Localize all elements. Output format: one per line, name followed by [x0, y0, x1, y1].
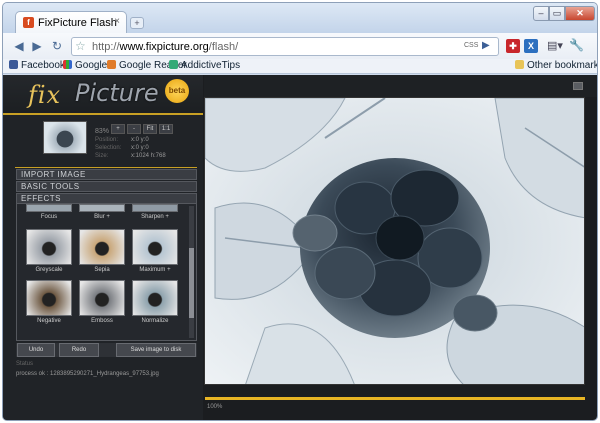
close-window-button[interactable]: ✕: [565, 6, 595, 21]
redo-button[interactable]: Redo: [59, 343, 99, 357]
effect-label: Sharpen +: [141, 214, 169, 220]
zoom-actual-button[interactable]: 1:1: [159, 124, 173, 134]
effect-emboss[interactable]: Emboss: [78, 280, 126, 324]
hydrangea-image: [205, 98, 584, 384]
canvas-header: [204, 75, 597, 97]
effect-label: Emboss: [91, 318, 113, 324]
effect-thumbnail: [132, 280, 178, 316]
status-text: process ok : 1283895290271_Hydrangeas_97…: [16, 371, 159, 377]
tab-fixpicture[interactable]: f FixPicture Flash ×: [15, 11, 127, 33]
fixpicture-app: fix Picture beta 83% + - Fit 1:1 Positio…: [3, 75, 597, 420]
forward-arrow-icon[interactable]: ▶: [29, 38, 45, 54]
effect-maximum[interactable]: Maximum +: [131, 229, 179, 273]
effect-thumbnail: [79, 204, 125, 212]
back-arrow-icon[interactable]: ◀: [11, 38, 27, 54]
effect-normalize[interactable]: Normalize: [131, 280, 179, 324]
undo-button[interactable]: Undo: [17, 343, 55, 357]
browser-toolbar: ◀ ▶ ↻ ☆ http://www.fixpicture.org/flash/…: [3, 33, 597, 59]
position-label: Position:: [95, 137, 119, 143]
bookmark-addictivetips[interactable]: AddictiveTips: [169, 60, 240, 71]
position-value: x:0 y:0: [131, 137, 149, 143]
progress-bar: [205, 397, 585, 400]
effect-blur[interactable]: Blur +: [78, 204, 126, 220]
effect-thumbnail: [132, 204, 178, 212]
effect-label: Focus: [40, 214, 58, 220]
other-bookmarks[interactable]: Other bookmarks: [515, 60, 597, 71]
effect-focus[interactable]: Focus: [25, 204, 73, 220]
reload-icon[interactable]: ↻: [49, 38, 65, 54]
effect-sharpen[interactable]: Sharpen +: [131, 204, 179, 220]
page-menu-icon[interactable]: ▤▾: [547, 39, 563, 52]
effect-label: Negative: [37, 318, 61, 324]
effect-label: Greyscale: [35, 267, 63, 273]
effect-thumbnail: [79, 280, 125, 316]
effect-thumbnail: [26, 204, 72, 212]
google-reader-icon: [107, 60, 116, 69]
image-info: 83% + - Fit 1:1 Position: x:0 y:0 Select…: [15, 121, 195, 161]
zoom-fit-button[interactable]: Fit: [143, 124, 157, 134]
effect-thumbnail: [26, 280, 72, 316]
effect-thumbnail: [26, 229, 72, 265]
image-thumbnail[interactable]: [43, 121, 87, 154]
go-icon[interactable]: ▶: [482, 40, 490, 51]
selection-label: Selection:: [95, 145, 122, 151]
bookmark-google[interactable]: Google: [63, 60, 107, 71]
section-import-image[interactable]: IMPORT IMAGE: [16, 169, 197, 180]
effect-negative[interactable]: Negative: [25, 280, 73, 324]
image-canvas[interactable]: [204, 97, 585, 385]
logo-fix-text: fix: [28, 81, 62, 109]
effect-label: Blur +: [94, 214, 110, 220]
url-text: http://www.fixpicture.org/flash/: [92, 41, 239, 53]
wrench-menu-icon[interactable]: 🔧: [569, 38, 584, 52]
effect-label: Normalize: [141, 318, 169, 324]
addictivetips-icon: [169, 60, 178, 69]
section-basic-tools[interactable]: BASIC TOOLS: [16, 181, 197, 192]
zoom-footer: 100%: [207, 404, 223, 410]
effect-greyscale[interactable]: Greyscale: [25, 229, 73, 273]
effect-thumbnail: [132, 229, 178, 265]
size-label: Size:: [95, 153, 109, 159]
css-badge[interactable]: CSS: [464, 42, 478, 49]
google-icon: [63, 60, 72, 69]
zoom-in-button[interactable]: +: [111, 124, 125, 134]
effects-scroll-thumb[interactable]: [189, 248, 194, 318]
fullscreen-icon[interactable]: [573, 82, 583, 90]
size-value: x:1024 h:768: [131, 153, 166, 159]
effect-sepia[interactable]: Sepia: [78, 229, 126, 273]
selection-value: x:0 y:0: [131, 145, 149, 151]
new-tab-button[interactable]: +: [130, 17, 144, 29]
extension-red-icon[interactable]: ✚: [506, 39, 520, 53]
zoom-out-button[interactable]: -: [127, 124, 141, 134]
favicon-icon: f: [23, 17, 34, 28]
effect-label: Sepia: [94, 267, 110, 273]
effects-panel: Focus Blur + Sharpen + Greyscale Sepia M…: [16, 203, 197, 341]
facebook-icon: [9, 60, 18, 69]
beta-badge: beta: [165, 79, 189, 103]
tab-title: FixPicture Flash: [38, 17, 117, 29]
save-button[interactable]: Save image to disk: [116, 343, 196, 357]
logo: fix Picture beta: [3, 75, 203, 115]
effect-thumbnail: [79, 229, 125, 265]
browser-window: f FixPicture Flash × + – ▭ ✕ ◀ ▶ ↻ ☆ htt…: [2, 2, 598, 421]
bookmark-star-icon[interactable]: ☆: [75, 39, 86, 53]
logo-picture-text: Picture: [75, 79, 159, 107]
effect-label: Maximum +: [139, 267, 171, 273]
bookmark-facebook[interactable]: Facebook: [9, 60, 65, 71]
extension-blue-icon[interactable]: X: [524, 39, 538, 53]
title-bar: f FixPicture Flash × + – ▭ ✕: [3, 3, 597, 33]
zoom-percent: 83%: [95, 128, 110, 135]
tab-close-icon[interactable]: ×: [114, 16, 120, 27]
maximize-button[interactable]: ▭: [549, 6, 565, 21]
address-bar[interactable]: ☆ http://www.fixpicture.org/flash/ CSS ▶: [71, 37, 499, 56]
minimize-button[interactable]: –: [533, 6, 549, 21]
divider: [15, 167, 197, 168]
folder-icon: [515, 60, 524, 69]
bookmarks-bar: Facebook Google Google Reader AddictiveT…: [3, 59, 597, 74]
status-label: Status: [16, 361, 34, 367]
tool-panel: fix Picture beta 83% + - Fit 1:1 Positio…: [3, 75, 203, 420]
